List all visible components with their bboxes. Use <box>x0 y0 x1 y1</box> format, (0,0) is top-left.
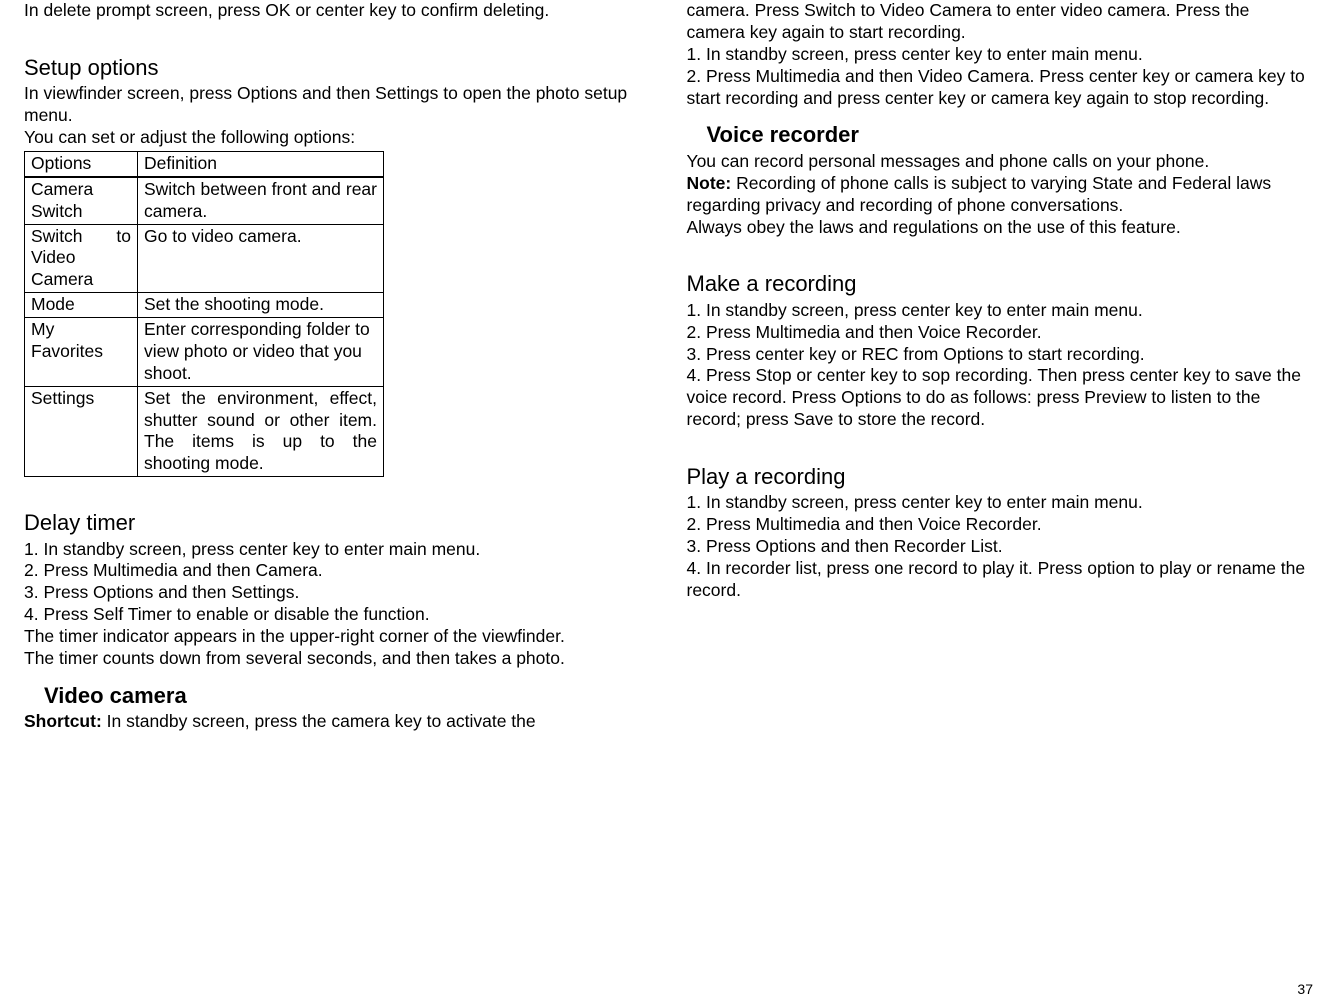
list-item: 1. In standby screen, press center key t… <box>24 539 647 561</box>
cell-option: Switch to Video Camera <box>25 224 138 293</box>
text-paragraph: Note: Recording of phone calls is subjec… <box>687 173 1310 217</box>
text-paragraph: 4. In recorder list, press one record to… <box>687 558 1310 602</box>
list-item: 2. Press Multimedia and then Camera. <box>24 560 647 582</box>
options-table: Options Definition Camera Switch Switch … <box>24 151 384 477</box>
left-column: In delete prompt screen, press OK or cen… <box>14 0 657 733</box>
cell-option: Mode <box>25 293 138 318</box>
list-item: 3. Press Options and then Settings. <box>24 582 647 604</box>
table-row: Settings Set the environment, effect, sh… <box>25 386 384 477</box>
label-shortcut: Shortcut: <box>24 711 102 731</box>
label-note: Note: <box>687 173 732 193</box>
table-row: Camera Switch Switch between front and r… <box>25 177 384 224</box>
text-paragraph: The timer counts down from several secon… <box>24 648 647 670</box>
cell-definition: Set the shooting mode. <box>138 293 384 318</box>
text-paragraph: camera. Press Switch to Video Camera to … <box>687 0 1310 44</box>
right-column: camera. Press Switch to Video Camera to … <box>657 0 1320 733</box>
cell-option: My Favorites <box>25 318 138 387</box>
list-item: 3. Press Options and then Recorder List. <box>687 536 1310 558</box>
list-item: 1. In standby screen, press center key t… <box>687 492 1310 514</box>
heading-play-recording: Play a recording <box>687 463 1310 491</box>
heading-voice-recorder: Voice recorder <box>707 121 1310 149</box>
th-definition: Definition <box>138 151 384 176</box>
text-paragraph: 4. Press Stop or center key to sop recor… <box>687 365 1310 431</box>
text-line: In delete prompt screen, press OK or cen… <box>24 0 647 22</box>
page: In delete prompt screen, press OK or cen… <box>0 0 1333 733</box>
table-row: Switch to Video Camera Go to video camer… <box>25 224 384 293</box>
heading-video-camera: Video camera <box>44 682 647 710</box>
list-item: 1. In standby screen, press center key t… <box>687 44 1310 66</box>
text-line: Recording of phone calls is subject to v… <box>687 173 1272 215</box>
text-paragraph: The timer indicator appears in the upper… <box>24 626 647 648</box>
text-paragraph: You can set or adjust the following opti… <box>24 127 647 149</box>
text-paragraph: In viewfinder screen, press Options and … <box>24 83 647 127</box>
text-paragraph: Shortcut: In standby screen, press the c… <box>24 711 647 733</box>
text-paragraph: You can record personal messages and pho… <box>687 151 1310 173</box>
list-item: 2. Press Multimedia and then Voice Recor… <box>687 322 1310 344</box>
th-options: Options <box>25 151 138 176</box>
text-paragraph: Always obey the laws and regulations on … <box>687 217 1310 239</box>
cell-definition: Go to video camera. <box>138 224 384 293</box>
text-line: In standby screen, press the camera key … <box>102 711 536 731</box>
cell-option: Camera Switch <box>25 177 138 224</box>
text-paragraph: 2. Press Multimedia and then Video Camer… <box>687 66 1310 110</box>
list-item: 1. In standby screen, press center key t… <box>687 300 1310 322</box>
heading-delay-timer: Delay timer <box>24 509 647 537</box>
list-item: 3. Press center key or REC from Options … <box>687 344 1310 366</box>
heading-make-recording: Make a recording <box>687 270 1310 298</box>
table-row: Mode Set the shooting mode. <box>25 293 384 318</box>
cell-definition: Set the environment, effect, shutter sou… <box>138 386 384 477</box>
table-header-row: Options Definition <box>25 151 384 176</box>
heading-setup-options: Setup options <box>24 54 647 82</box>
table-row: My Favorites Enter corresponding folder … <box>25 318 384 387</box>
list-item: 2. Press Multimedia and then Voice Recor… <box>687 514 1310 536</box>
cell-option: Settings <box>25 386 138 477</box>
page-number: 37 <box>1297 981 1313 999</box>
cell-definition: Enter corresponding folder to view photo… <box>138 318 384 387</box>
cell-definition: Switch between front and rear camera. <box>138 177 384 224</box>
list-item: 4. Press Self Timer to enable or disable… <box>24 604 647 626</box>
